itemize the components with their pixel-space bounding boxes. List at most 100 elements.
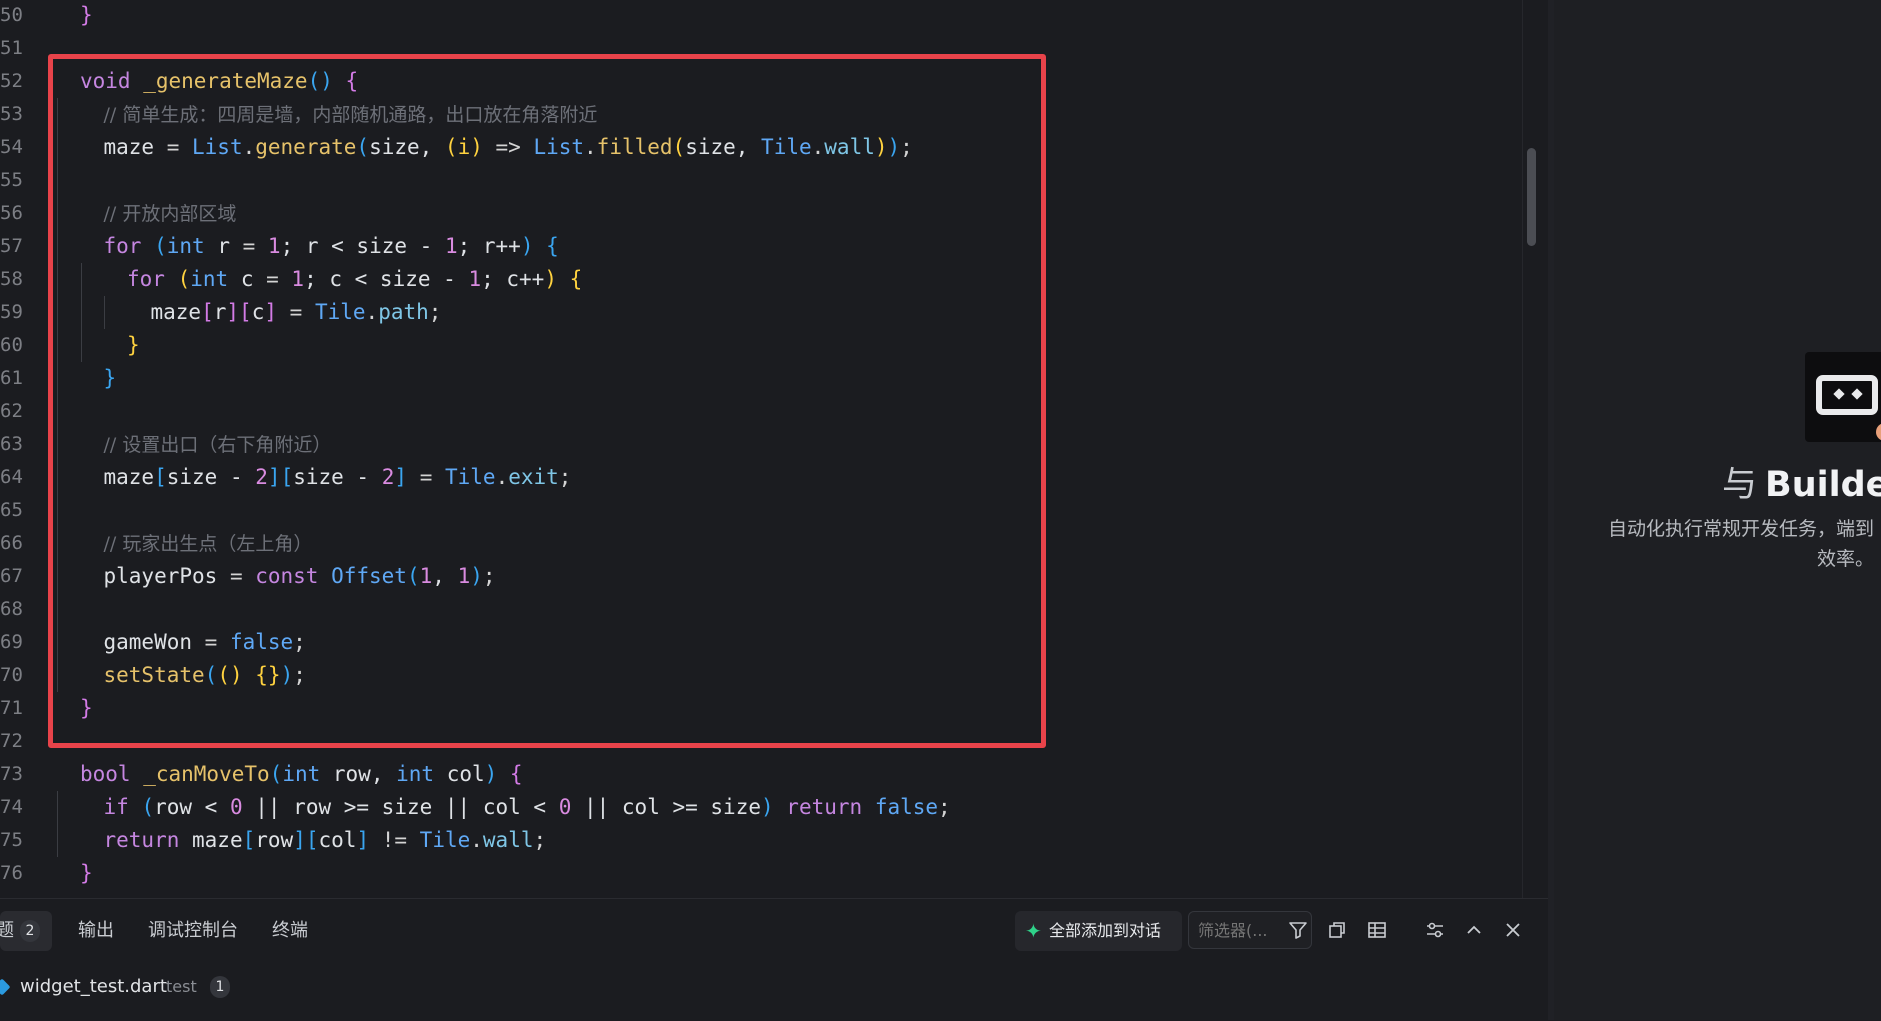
code-text: if (row < 0 || row >= size || col < 0 ||…	[104, 791, 951, 824]
code-token: .	[470, 828, 483, 852]
filter-funnel-icon[interactable]	[1287, 919, 1309, 941]
line-number: 76	[0, 862, 23, 884]
file-name: widget_test.dart	[20, 976, 167, 997]
line-number: 53	[0, 103, 23, 125]
code-token: }	[80, 861, 93, 885]
code-token: ;	[938, 795, 951, 819]
code-token: {	[509, 762, 523, 786]
line-number: 72	[0, 730, 23, 752]
code-token: maze	[192, 828, 243, 852]
indent-guide	[57, 824, 58, 857]
copy-icon[interactable]	[1326, 919, 1348, 941]
builder-description-line1: 自动化执行常规开发任务，端到	[1608, 518, 1875, 540]
problems-count-badge: 2	[20, 920, 40, 942]
line-number: 67	[0, 565, 23, 587]
code-token: (	[141, 795, 155, 819]
line-number: 65	[0, 499, 23, 521]
code-token: )	[484, 762, 510, 786]
indent-guide	[57, 791, 58, 824]
builder-description-line2: 效率。	[1817, 548, 1875, 570]
add-all-to-chat-label: 全部添加到对话	[1049, 921, 1162, 940]
builder-title-text: Builder	[1765, 465, 1881, 505]
code-line[interactable]: 50}	[0, 0, 1520, 32]
tab-problems-label: 题	[0, 920, 14, 941]
panel-actions: ✦ 全部添加到对话	[1010, 911, 1540, 951]
code-token: ]	[356, 828, 382, 852]
highlight-annotation-box	[48, 54, 1046, 748]
builder-title: 与Builder	[1722, 456, 1881, 507]
line-number: 64	[0, 466, 23, 488]
code-token: wall	[482, 828, 534, 852]
line-number: 59	[0, 301, 23, 323]
line-number: 50	[0, 4, 23, 26]
line-number: 57	[0, 235, 23, 257]
code-token: }	[80, 3, 93, 27]
code-token: row <	[154, 795, 230, 819]
code-token: int	[396, 762, 447, 786]
code-token: 0	[558, 795, 572, 819]
code-text: return maze[row][col] != Tile.wall;	[104, 824, 547, 857]
line-number: 70	[0, 664, 23, 686]
code-token: col	[318, 828, 357, 852]
code-token: (	[269, 762, 283, 786]
line-number: 58	[0, 268, 23, 290]
code-token: col	[446, 762, 485, 786]
code-token: 0	[229, 795, 243, 819]
tab-output[interactable]: 输出	[78, 911, 114, 951]
vertical-scrollbar-thumb[interactable]	[1527, 148, 1536, 246]
code-token: || row >= size || col <	[242, 795, 559, 819]
code-token: )	[761, 795, 787, 819]
builder-logo-icon	[1805, 352, 1881, 442]
problem-file-row[interactable]: widget_test.dart test 1	[0, 969, 400, 1005]
code-token: [	[242, 828, 256, 852]
add-all-to-chat-button[interactable]: ✦ 全部添加到对话	[1015, 911, 1182, 951]
line-number: 68	[0, 598, 23, 620]
code-token: return	[103, 828, 193, 852]
code-token: bool	[80, 762, 144, 786]
code-token: [	[305, 828, 319, 852]
tab-terminal[interactable]: 终端	[272, 911, 308, 951]
line-number: 62	[0, 400, 23, 422]
code-text: }	[80, 0, 93, 32]
chevron-up-icon[interactable]	[1463, 919, 1485, 941]
tab-debug-console[interactable]: 调试控制台	[148, 911, 238, 951]
editor-scrollbar-track	[1522, 0, 1523, 898]
code-token: Tile	[419, 828, 471, 852]
line-number: 52	[0, 70, 23, 92]
line-number: 60	[0, 334, 23, 356]
side-panel	[1554, 0, 1881, 1020]
line-number: 61	[0, 367, 23, 389]
code-token: ;	[533, 828, 547, 852]
line-number: 75	[0, 829, 23, 851]
line-number: 56	[0, 202, 23, 224]
builder-yu: 与	[1722, 465, 1758, 505]
table-view-icon[interactable]	[1366, 919, 1388, 941]
code-text: bool _canMoveTo(int row, int col) {	[80, 758, 523, 791]
code-token: false	[874, 795, 939, 819]
code-token: return	[786, 795, 875, 819]
code-token: || col >= size	[571, 795, 761, 819]
line-number: 71	[0, 697, 23, 719]
code-line[interactable]: 73 bool _canMoveTo(int row, int col) {	[0, 758, 1520, 791]
code-line[interactable]: 75 return maze[row][col] != Tile.wall;	[0, 824, 1520, 857]
file-problem-count: 1	[210, 976, 230, 998]
code-token: row	[255, 828, 294, 852]
code-token: _canMoveTo	[143, 762, 270, 786]
settings-sliders-icon[interactable]	[1424, 919, 1446, 941]
code-text: }	[80, 857, 93, 890]
code-token: !=	[381, 828, 420, 852]
tab-problems[interactable]: 题 2	[0, 911, 52, 951]
line-number: 66	[0, 532, 23, 554]
bottom-panel: 题 2 输出 调试控制台 终端 ✦ 全部添加到对话 筛选器(... widget…	[0, 898, 1548, 1021]
code-line[interactable]: 74 if (row < 0 || row >= size || col < 0 …	[0, 791, 1520, 824]
close-icon[interactable]	[1502, 919, 1524, 941]
code-editor[interactable]: 50} 51 52 void _generateMaze() {53// 简单生成：四…	[0, 0, 1548, 898]
file-directory: test	[166, 977, 197, 996]
code-line[interactable]: 76}	[0, 857, 1520, 890]
dart-file-icon	[0, 978, 11, 996]
code-token: if	[103, 795, 142, 819]
line-number: 69	[0, 631, 23, 653]
line-number: 54	[0, 136, 23, 158]
code-token: row,	[332, 762, 397, 786]
sparkle-icon: ✦	[1025, 919, 1042, 943]
